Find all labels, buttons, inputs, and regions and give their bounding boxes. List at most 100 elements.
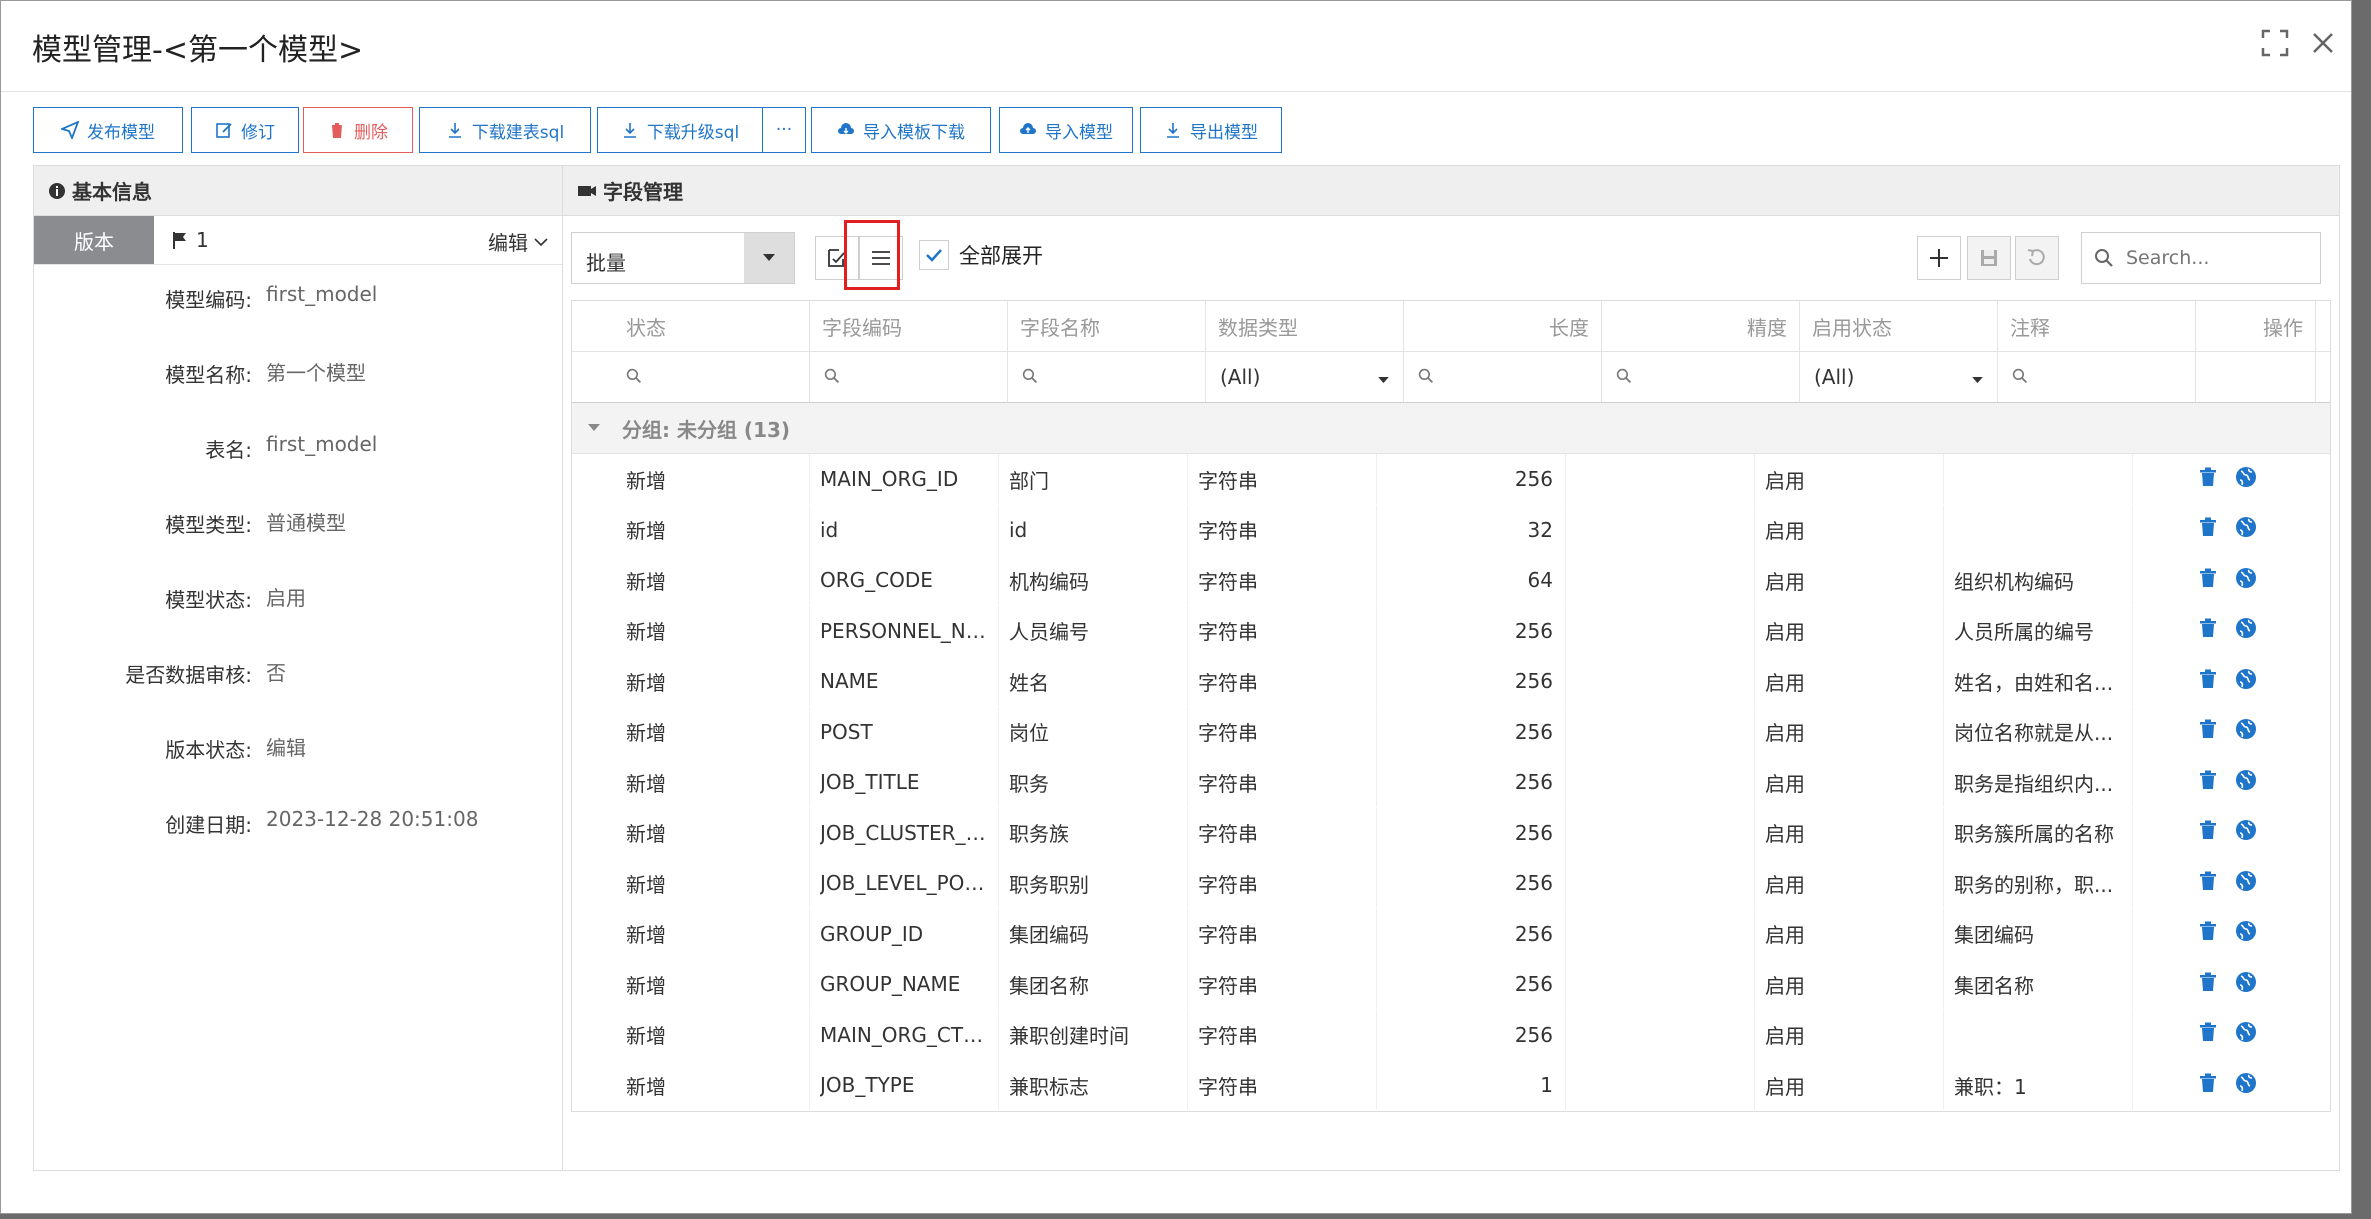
cell-code[interactable]: id <box>810 504 999 555</box>
cell-name[interactable]: 职务 <box>999 757 1188 807</box>
cell-type[interactable]: 字符串 <box>1188 858 1377 908</box>
cell-comment[interactable]: 兼职：1 <box>1944 1060 2133 1110</box>
cell-comment[interactable]: 职务的别称，职... <box>1944 858 2133 908</box>
column-header[interactable]: 字段名称 <box>1008 301 1206 351</box>
globe-icon[interactable] <box>2235 1072 2257 1099</box>
globe-icon[interactable] <box>2235 971 2257 998</box>
close-icon[interactable] <box>2305 25 2341 61</box>
cell-enabled[interactable]: 启用 <box>1755 1009 1944 1060</box>
cell-precision[interactable] <box>1566 1060 1755 1110</box>
cell-name[interactable]: 岗位 <box>999 706 1188 757</box>
globe-icon[interactable] <box>2235 1021 2257 1048</box>
table-row[interactable]: 新增 JOB_CLUSTER_N... 职务族 字符串 256 启用 职务簇所属的名称 <box>572 807 2330 859</box>
download-create-sql-button[interactable]: 下载建表sql <box>419 107 591 153</box>
cell-precision[interactable] <box>1566 1009 1755 1060</box>
cell-length[interactable]: 256 <box>1377 454 1566 504</box>
trash-icon[interactable] <box>2199 820 2217 845</box>
import-template-download-button[interactable]: 导入模板下载 <box>811 107 991 153</box>
cell-status[interactable]: 新增 <box>572 555 810 605</box>
cell-precision[interactable] <box>1566 555 1755 605</box>
cell-comment[interactable]: 职务簇所属的名称 <box>1944 807 2133 858</box>
cell-enabled[interactable]: 启用 <box>1755 1060 1944 1110</box>
cell-type[interactable]: 字符串 <box>1188 555 1377 605</box>
trash-icon[interactable] <box>2199 1073 2217 1098</box>
cell-comment[interactable]: 组织机构编码 <box>1944 555 2133 605</box>
table-row[interactable]: 新增 NAME 姓名 字符串 256 启用 姓名，由姓和名... <box>572 656 2330 707</box>
cell-comment[interactable]: 姓名，由姓和名... <box>1944 656 2133 706</box>
cell-type[interactable]: 字符串 <box>1188 1009 1377 1060</box>
filter-input[interactable] <box>1602 352 1800 402</box>
cell-status[interactable]: 新增 <box>572 706 810 757</box>
revise-button[interactable]: 修订 <box>191 107 299 153</box>
cell-status[interactable]: 新增 <box>572 807 810 858</box>
cell-precision[interactable] <box>1566 605 1755 656</box>
globe-icon[interactable] <box>2235 466 2257 493</box>
column-header[interactable]: 启用状态 <box>1800 301 1998 351</box>
cell-precision[interactable] <box>1566 757 1755 807</box>
cell-status[interactable]: 新增 <box>572 908 810 959</box>
cell-code[interactable]: JOB_CLUSTER_N... <box>810 807 999 858</box>
cell-type[interactable]: 字符串 <box>1188 908 1377 959</box>
delete-button[interactable]: 删除 <box>303 107 413 153</box>
cell-name[interactable]: 集团编码 <box>999 908 1188 959</box>
cell-precision[interactable] <box>1566 807 1755 858</box>
table-row[interactable]: 新增 MAIN_ORG_CTI... 兼职创建时间 字符串 256 启用 <box>572 1009 2330 1061</box>
cell-enabled[interactable]: 启用 <box>1755 656 1944 706</box>
cell-type[interactable]: 字符串 <box>1188 1060 1377 1110</box>
cell-enabled[interactable]: 启用 <box>1755 555 1944 605</box>
cell-name[interactable]: 职务职别 <box>999 858 1188 908</box>
filter-input[interactable] <box>1008 352 1206 402</box>
trash-icon[interactable] <box>2199 669 2217 694</box>
cell-code[interactable]: NAME <box>810 656 999 706</box>
column-header[interactable]: 数据类型 <box>1206 301 1404 351</box>
globe-icon[interactable] <box>2235 617 2257 644</box>
table-row[interactable]: 新增 JOB_LEVEL_POSI... 职务职别 字符串 256 启用 职务的别称，职..… <box>572 858 2330 909</box>
cell-name[interactable]: 兼职创建时间 <box>999 1009 1188 1060</box>
cell-status[interactable]: 新增 <box>572 454 810 504</box>
globe-icon[interactable] <box>2235 668 2257 695</box>
cell-name[interactable]: id <box>999 504 1188 555</box>
export-model-button[interactable]: 导出模型 <box>1140 107 1282 153</box>
filter-input[interactable] <box>572 352 810 402</box>
cell-enabled[interactable]: 启用 <box>1755 504 1944 555</box>
cell-enabled[interactable]: 启用 <box>1755 605 1944 656</box>
cell-type[interactable]: 字符串 <box>1188 807 1377 858</box>
table-row[interactable]: 新增 id id 字符串 32 启用 <box>572 504 2330 556</box>
cell-code[interactable]: POST <box>810 706 999 757</box>
cell-code[interactable]: PERSONNEL_NU... <box>810 605 999 656</box>
expand-all-toggle[interactable]: 全部展开 <box>919 240 1043 270</box>
cell-type[interactable]: 字符串 <box>1188 959 1377 1009</box>
maximize-icon[interactable] <box>2257 25 2293 61</box>
column-header[interactable]: 长度 <box>1404 301 1602 351</box>
trash-icon[interactable] <box>2199 467 2217 492</box>
cell-length[interactable]: 256 <box>1377 807 1566 858</box>
filter-select[interactable]: (All) <box>1800 352 1998 402</box>
cell-length[interactable]: 256 <box>1377 908 1566 959</box>
cell-length[interactable]: 64 <box>1377 555 1566 605</box>
column-header[interactable]: 注释 <box>1998 301 2196 351</box>
trash-icon[interactable] <box>2199 517 2217 542</box>
expand-all-checkbox[interactable] <box>919 240 949 270</box>
globe-icon[interactable] <box>2235 718 2257 745</box>
add-row-button[interactable] <box>1917 236 1961 280</box>
version-tab[interactable]: 版本 <box>34 216 154 264</box>
cell-enabled[interactable]: 启用 <box>1755 706 1944 757</box>
cell-status[interactable]: 新增 <box>572 959 810 1009</box>
cell-code[interactable]: JOB_LEVEL_POSI... <box>810 858 999 908</box>
cell-status[interactable]: 新增 <box>572 1060 810 1110</box>
cell-comment[interactable]: 集团编码 <box>1944 908 2133 959</box>
search-input[interactable] <box>2124 246 2308 270</box>
cell-enabled[interactable]: 启用 <box>1755 807 1944 858</box>
trash-icon[interactable] <box>2199 921 2217 946</box>
globe-icon[interactable] <box>2235 870 2257 897</box>
table-row[interactable]: 新增 MAIN_ORG_ID 部门 字符串 256 启用 <box>572 454 2330 505</box>
version-edit-dropdown[interactable]: 编辑 <box>488 227 548 256</box>
filter-input[interactable] <box>1404 352 1602 402</box>
table-row[interactable]: 新增 GROUP_ID 集团编码 字符串 256 启用 集团编码 <box>572 908 2330 960</box>
globe-icon[interactable] <box>2235 769 2257 796</box>
filter-select[interactable]: (All) <box>1206 352 1404 402</box>
cell-type[interactable]: 字符串 <box>1188 605 1377 656</box>
filter-input[interactable] <box>810 352 1008 402</box>
cell-code[interactable]: ORG_CODE <box>810 555 999 605</box>
cell-length[interactable]: 256 <box>1377 605 1566 656</box>
